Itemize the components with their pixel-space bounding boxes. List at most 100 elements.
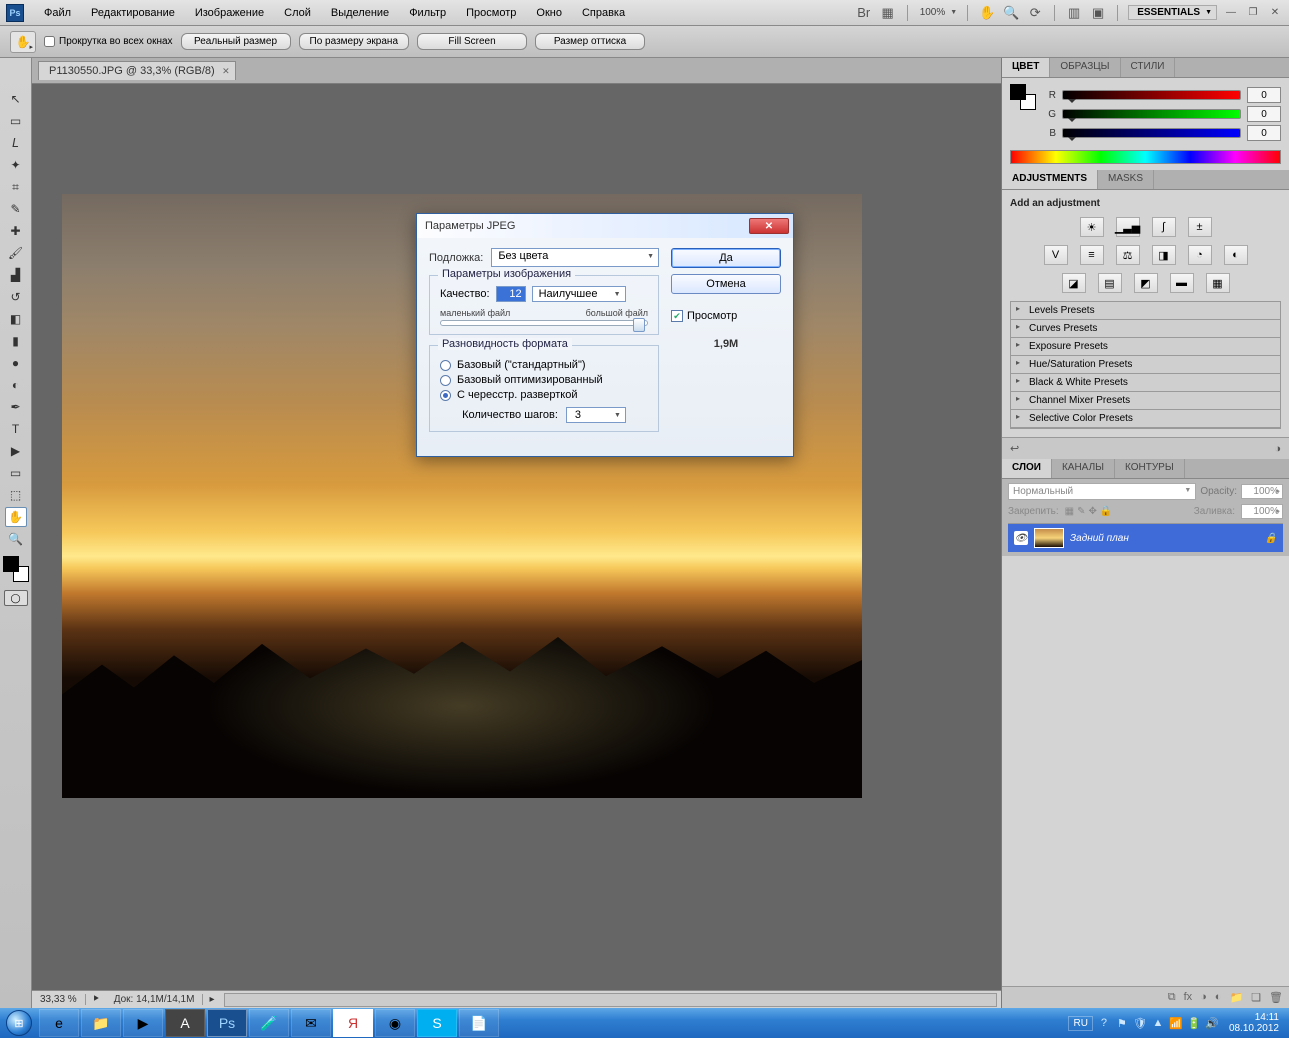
dialog-titlebar[interactable]: Параметры JPEG ✕ [417, 214, 793, 238]
taskbar-skype[interactable]: S [417, 1009, 457, 1037]
tab-styles[interactable]: СТИЛИ [1121, 58, 1176, 77]
menu-edit[interactable]: Редактирование [81, 7, 185, 19]
path-select-icon[interactable]: ▶ [5, 441, 27, 461]
quality-preset-dropdown[interactable]: Наилучшее [532, 286, 626, 302]
menu-view[interactable]: Просмотр [456, 7, 526, 19]
layer-fx-icon[interactable]: fx [1184, 991, 1193, 1004]
film-icon[interactable]: ▦ [879, 4, 897, 22]
tray-shield-icon[interactable]: 🛡 [1133, 1016, 1147, 1030]
tool-preset-dropdown[interactable]: ✋ [10, 31, 36, 53]
preset-exposure[interactable]: Exposure Presets [1011, 338, 1280, 356]
taskbar-autocad[interactable]: A [165, 1009, 205, 1037]
new-group-icon[interactable]: 📁 [1229, 991, 1243, 1004]
rotate-view-icon[interactable]: ⟳ [1026, 4, 1044, 22]
format-progressive-radio[interactable] [440, 390, 451, 401]
hand-icon[interactable]: ✋ [978, 4, 996, 22]
tab-layers[interactable]: СЛОИ [1002, 459, 1052, 478]
photo-filter-icon[interactable]: ◔ [1188, 245, 1212, 265]
tab-channels[interactable]: КАНАЛЫ [1052, 459, 1115, 478]
taskbar-app3[interactable]: 📄 [459, 1009, 499, 1037]
preset-levels[interactable]: Levels Presets [1011, 302, 1280, 320]
format-baseline-row[interactable]: Базовый ("стандартный") [440, 359, 648, 371]
slider-g[interactable] [1062, 109, 1241, 119]
exposure-icon[interactable]: ± [1188, 217, 1212, 237]
taskbar-ie[interactable]: e [39, 1009, 79, 1037]
value-g[interactable]: 0 [1247, 106, 1281, 122]
shape-tool-icon[interactable]: ▭ [5, 463, 27, 483]
preset-bw[interactable]: Black & White Presets [1011, 374, 1280, 392]
channel-mixer-icon[interactable]: ◐ [1224, 245, 1248, 265]
menu-image[interactable]: Изображение [185, 7, 274, 19]
preview-check-icon[interactable]: ✔ [671, 310, 683, 322]
menu-select[interactable]: Выделение [321, 7, 399, 19]
layer-background[interactable]: 👁 Задний план 🔒 [1008, 524, 1283, 552]
tray-notify-icon[interactable]: ▲ [1151, 1016, 1165, 1030]
wand-tool-icon[interactable]: ✦ [5, 155, 27, 175]
quality-slider[interactable] [440, 320, 648, 326]
preset-hue[interactable]: Hue/Saturation Presets [1011, 356, 1280, 374]
quality-input[interactable]: 12 [496, 286, 526, 302]
close-button[interactable]: ✕ [1267, 7, 1283, 19]
language-indicator[interactable]: RU [1068, 1016, 1092, 1031]
lock-pixels-icon[interactable]: ▦ [1065, 506, 1074, 517]
adj-return-icon[interactable]: ↩ [1010, 442, 1019, 455]
taskbar-app1[interactable]: 🧪 [249, 1009, 289, 1037]
tray-help-icon[interactable]: ? [1097, 1016, 1111, 1030]
arrange-docs-icon[interactable]: ▥ [1065, 4, 1083, 22]
actual-pixels-button[interactable]: Реальный размер [181, 33, 291, 50]
value-b[interactable]: 0 [1247, 125, 1281, 141]
bridge-icon[interactable]: Br [855, 4, 873, 22]
taskbar-chrome[interactable]: ◉ [375, 1009, 415, 1037]
blur-tool-icon[interactable]: ● [5, 353, 27, 373]
quick-mask-icon[interactable]: ◯ [4, 590, 28, 606]
taskbar-wmp[interactable]: ▶ [123, 1009, 163, 1037]
slider-b[interactable] [1062, 128, 1241, 138]
lock-all-icon[interactable]: 🔒 [1100, 506, 1112, 517]
blend-mode-dropdown[interactable]: Нормальный [1008, 483, 1196, 500]
balance-icon[interactable]: ⚖ [1116, 245, 1140, 265]
fit-screen-button[interactable]: По размеру экрана [299, 33, 409, 50]
zoom-icon[interactable]: 🔍 [1002, 4, 1020, 22]
tab-masks[interactable]: MASKS [1098, 170, 1154, 189]
color-spectrum[interactable] [1010, 150, 1281, 164]
menu-filter[interactable]: Фильтр [399, 7, 456, 19]
hand-tool-icon[interactable]: ✋ [5, 507, 27, 527]
delete-layer-icon[interactable]: 🗑 [1269, 991, 1283, 1004]
matte-dropdown[interactable]: Без цвета [491, 248, 659, 267]
format-progressive-row[interactable]: С чересстр. разверткой [440, 389, 648, 401]
history-brush-icon[interactable]: ↺ [5, 287, 27, 307]
menu-help[interactable]: Справка [572, 7, 635, 19]
stamp-tool-icon[interactable]: ▟ [5, 265, 27, 285]
vibrance-icon[interactable]: V [1044, 245, 1068, 265]
threshold-icon[interactable]: ◩ [1134, 273, 1158, 293]
color-swatches[interactable] [3, 556, 29, 582]
taskbar-mail[interactable]: ✉ [291, 1009, 331, 1037]
status-zoom[interactable]: 33,33 % [32, 994, 86, 1005]
tray-flag-icon[interactable]: ⚑ [1115, 1016, 1129, 1030]
value-r[interactable]: 0 [1247, 87, 1281, 103]
new-adj-layer-icon[interactable]: ◐ [1215, 991, 1222, 1004]
posterize-icon[interactable]: ▤ [1098, 273, 1122, 293]
pen-tool-icon[interactable]: ✒ [5, 397, 27, 417]
preview-checkbox[interactable]: ✔ Просмотр [671, 310, 781, 322]
format-optimized-radio[interactable] [440, 375, 451, 386]
layer-visibility-icon[interactable]: 👁 [1014, 531, 1028, 545]
status-menu-icon[interactable]: ▸ [203, 994, 220, 1005]
move-tool-icon[interactable]: ↖ [5, 89, 27, 109]
tab-adjustments[interactable]: ADJUSTMENTS [1002, 170, 1098, 189]
minimize-button[interactable]: — [1223, 7, 1239, 19]
format-optimized-row[interactable]: Базовый оптимизированный [440, 374, 648, 386]
color-fgbg-swatch[interactable] [1010, 84, 1036, 110]
tray-battery-icon[interactable]: 🔋 [1187, 1016, 1201, 1030]
slider-r[interactable] [1062, 90, 1241, 100]
steps-dropdown[interactable]: 3 [566, 407, 626, 423]
type-tool-icon[interactable]: T [5, 419, 27, 439]
dodge-tool-icon[interactable]: ◐ [5, 375, 27, 395]
status-expand-icon[interactable]: ⯈ [86, 994, 106, 1005]
tab-color[interactable]: ЦВЕТ [1002, 58, 1050, 77]
status-doc-info[interactable]: Док: 14,1M/14,1M [106, 994, 204, 1005]
invert-icon[interactable]: ◪ [1062, 273, 1086, 293]
tab-swatches[interactable]: ОБРАЗЦЫ [1050, 58, 1120, 77]
tab-paths[interactable]: КОНТУРЫ [1115, 459, 1185, 478]
brush-tool-icon[interactable]: 🖌 [5, 243, 27, 263]
